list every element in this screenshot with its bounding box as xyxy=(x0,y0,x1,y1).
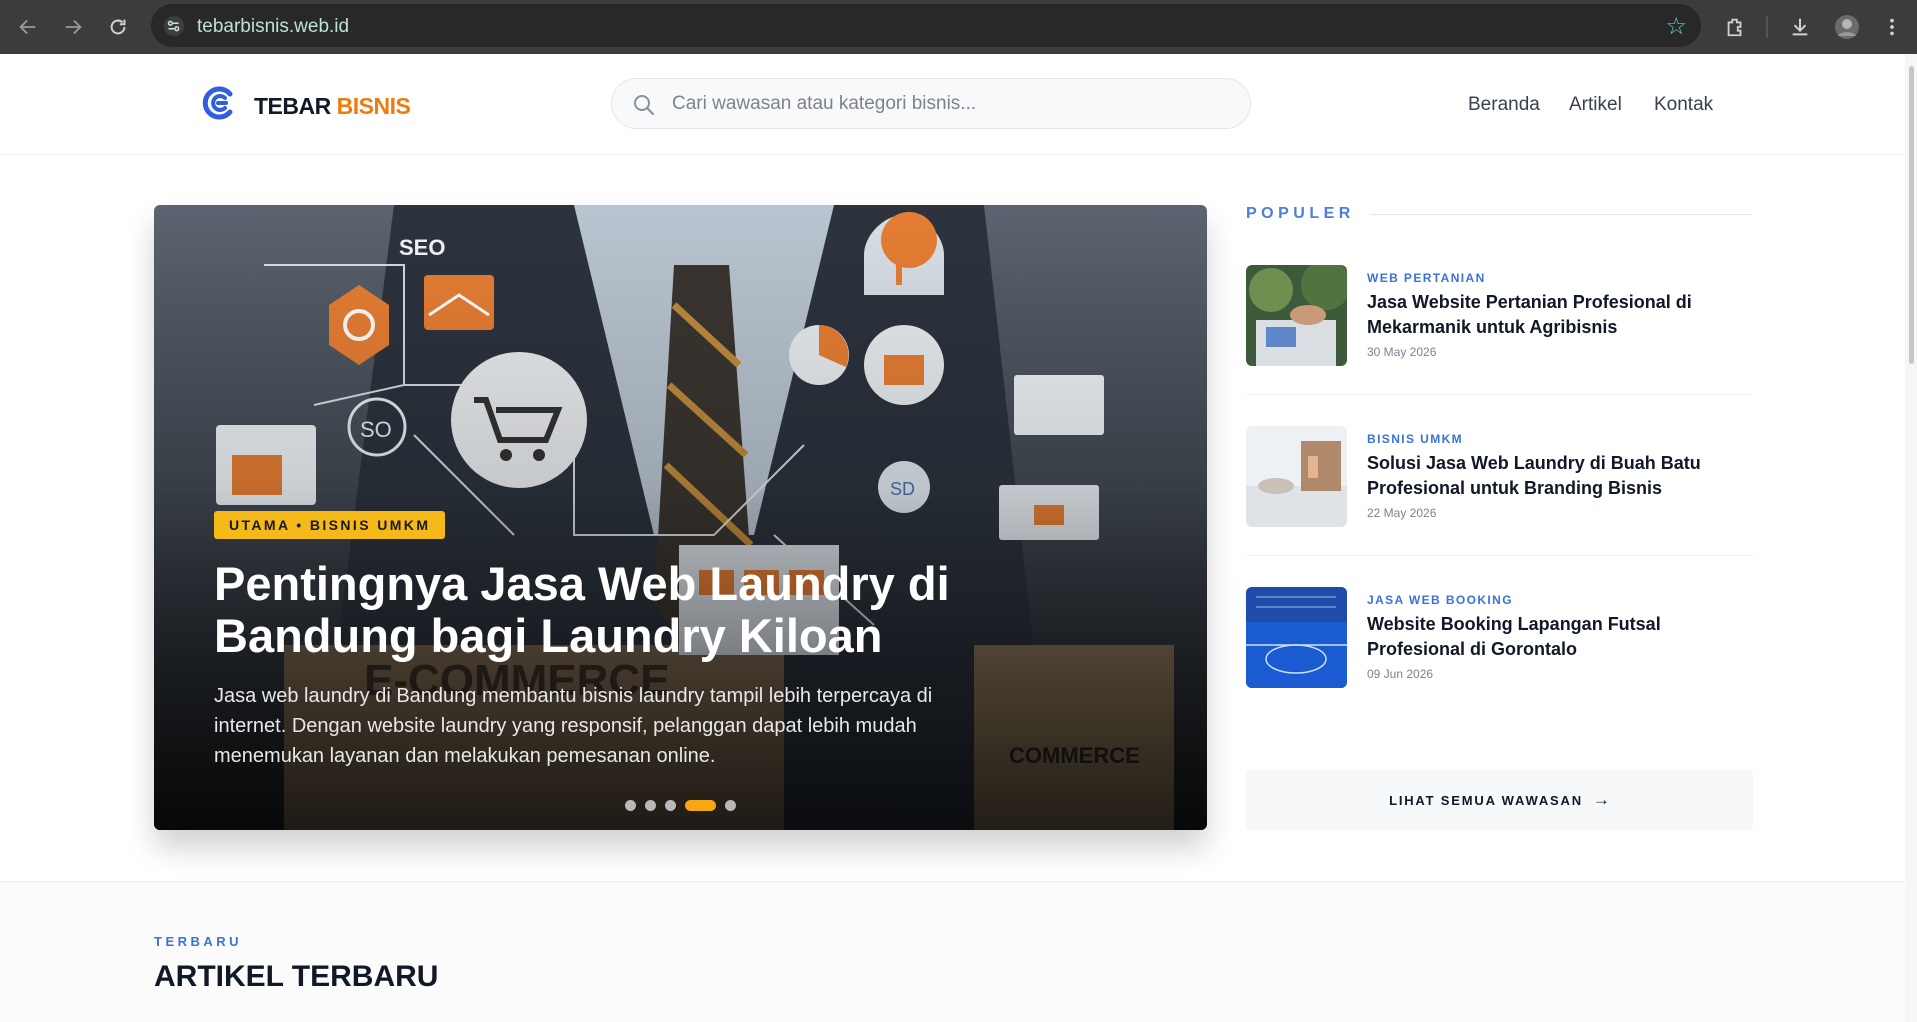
forward-icon[interactable] xyxy=(57,11,89,43)
url-text[interactable]: tebarbisnis.web.id xyxy=(197,16,349,38)
popular-thumbnail[interactable] xyxy=(1246,587,1347,688)
popular-title[interactable]: Solusi Jasa Web Laundry di Buah Batu Pro… xyxy=(1367,451,1757,501)
slider-dot[interactable] xyxy=(645,800,656,811)
site-logo[interactable]: TEBAR BISNIS xyxy=(254,93,411,120)
popular-divider xyxy=(1370,214,1752,215)
bookmark-star-icon[interactable]: ☆ xyxy=(1665,12,1687,41)
search-icon xyxy=(634,95,654,115)
back-icon[interactable] xyxy=(12,11,44,43)
popular-category[interactable]: WEB PERTANIAN xyxy=(1367,271,1486,285)
nav-beranda[interactable]: Beranda xyxy=(1468,94,1540,116)
popular-thumbnail[interactable] xyxy=(1246,265,1347,366)
profile-avatar[interactable] xyxy=(1831,11,1863,43)
popular-title[interactable]: Jasa Website Pertanian Profesional di Me… xyxy=(1367,290,1757,340)
see-all-label: LIHAT SEMUA WAWASAN xyxy=(1389,793,1583,808)
slider-dot-active[interactable] xyxy=(685,800,716,811)
latest-kicker: TERBARU xyxy=(154,934,243,949)
menu-icon[interactable] xyxy=(1876,11,1908,43)
popular-title[interactable]: Website Booking Lapangan Futsal Profesio… xyxy=(1367,612,1757,662)
site-header: TEBAR BISNIS Beranda Artikel Kontak xyxy=(0,54,1905,155)
hero-title[interactable]: Pentingnya Jasa Web Laundry di Bandung b… xyxy=(214,558,974,662)
latest-section: TERBARU ARTIKEL TERBARU xyxy=(0,881,1905,1022)
hero-category-badge[interactable]: UTAMA • BISNIS UMKM xyxy=(214,511,446,539)
popular-separator xyxy=(1246,555,1753,556)
logo-primary-text: TEBAR xyxy=(254,93,331,119)
reload-icon[interactable] xyxy=(102,11,134,43)
nav-kontak[interactable]: Kontak xyxy=(1654,94,1713,116)
toolbar-divider xyxy=(1766,16,1768,38)
popular-separator xyxy=(1246,394,1753,395)
latest-heading: ARTIKEL TERBARU xyxy=(154,960,439,993)
logo-icon[interactable] xyxy=(200,85,236,121)
slider-dot[interactable] xyxy=(665,800,676,811)
slider-dots xyxy=(625,800,736,811)
nav-artikel[interactable]: Artikel xyxy=(1569,94,1622,116)
hero-excerpt: Jasa web laundry di Bandung membantu bis… xyxy=(214,685,933,767)
popular-heading: POPULER xyxy=(1246,205,1355,222)
browser-toolbar: tebarbisnis.web.id ☆ xyxy=(0,0,1917,54)
arrow-right-icon: → xyxy=(1592,790,1610,809)
scrollbar-thumb[interactable] xyxy=(1909,66,1914,364)
slider-dot[interactable] xyxy=(625,800,636,811)
popular-date: 22 May 2026 xyxy=(1367,506,1437,520)
hero-slider[interactable]: E-COMMERCE COMMERCE SEO SO SD xyxy=(154,205,1207,830)
popular-date: 09 Jun 2026 xyxy=(1367,667,1434,681)
popular-category[interactable]: JASA WEB BOOKING xyxy=(1367,593,1513,607)
slider-dot[interactable] xyxy=(725,800,736,811)
search-box[interactable] xyxy=(611,78,1251,129)
site-info-icon[interactable] xyxy=(163,15,185,37)
download-icon[interactable] xyxy=(1784,11,1816,43)
popular-category[interactable]: BISNIS UMKM xyxy=(1367,432,1463,446)
search-input[interactable] xyxy=(672,79,1232,128)
popular-thumbnail[interactable] xyxy=(1246,426,1347,527)
logo-accent-text: BISNIS xyxy=(336,93,411,119)
see-all-button[interactable]: LIHAT SEMUA WAWASAN → xyxy=(1246,770,1753,830)
popular-date: 30 May 2026 xyxy=(1367,345,1437,359)
extensions-icon[interactable] xyxy=(1719,11,1751,43)
address-bar[interactable]: tebarbisnis.web.id ☆ xyxy=(151,4,1701,47)
